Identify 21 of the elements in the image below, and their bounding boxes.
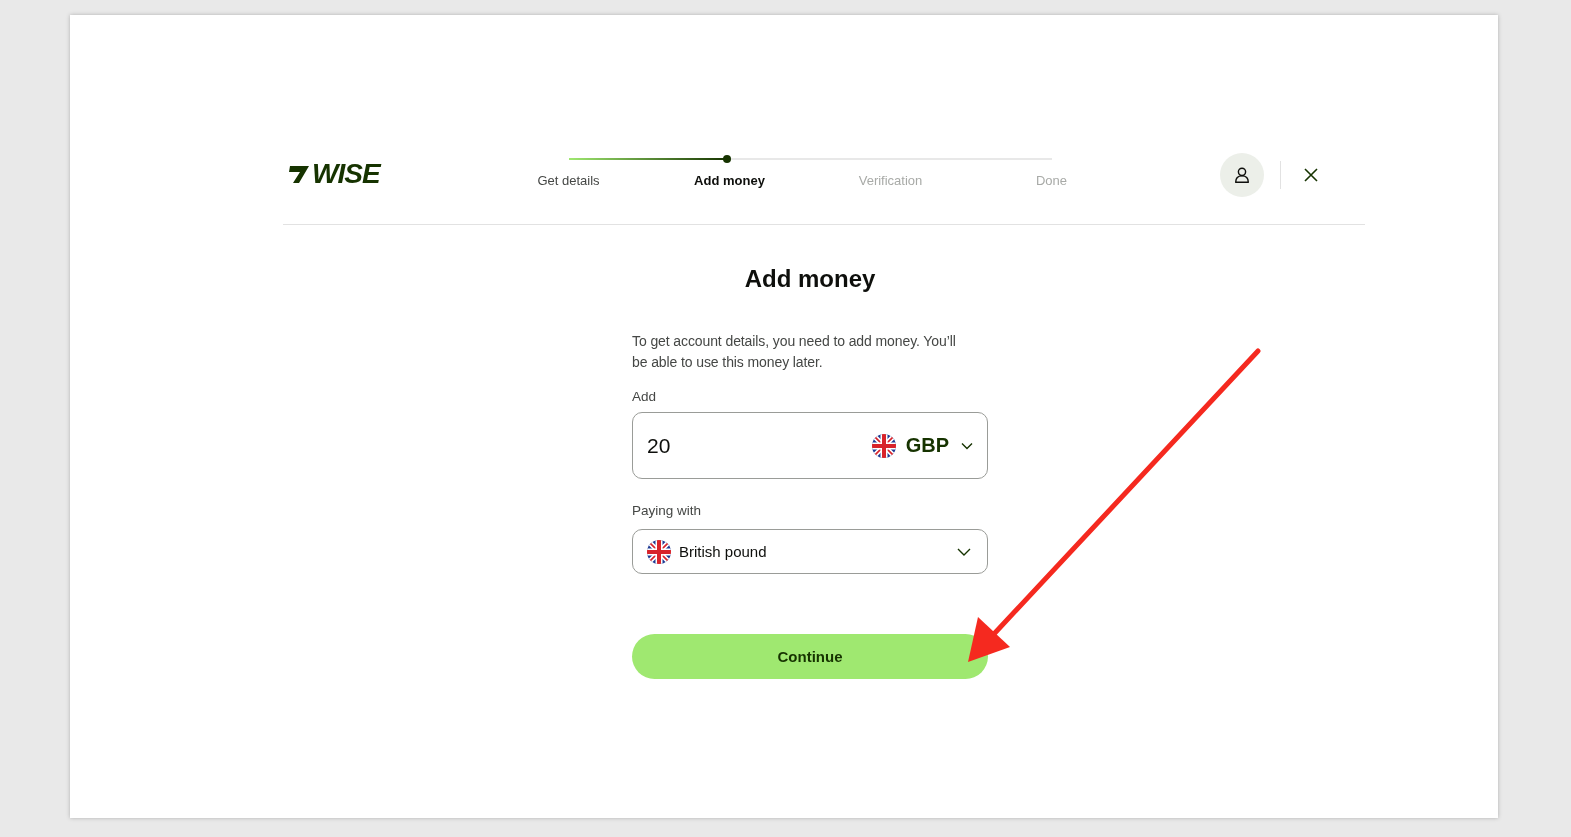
flag-icon (871, 433, 896, 458)
description: To get account details, you need to add money. You’ll be able to use this money later. (632, 332, 957, 372)
close-icon (1303, 167, 1319, 183)
step-label: Done (1034, 173, 1069, 188)
field-label: Paying with (632, 502, 703, 520)
logo-icon (287, 164, 311, 184)
field-label: Add (632, 388, 658, 406)
user-icon (1233, 166, 1251, 184)
page-title: Add money (743, 265, 877, 293)
currency-selector[interactable]: GBP (871, 433, 973, 458)
amount-field[interactable]: 20 GBP (632, 412, 988, 479)
profile-button[interactable] (1220, 153, 1264, 197)
continue-button[interactable]: Continue (632, 634, 988, 679)
step-label: Add money (693, 173, 766, 188)
payment-select[interactable]: British pound (632, 529, 988, 574)
logo[interactable]: WISE (312, 160, 380, 188)
flag-icon (647, 539, 671, 564)
step-label: Verification (857, 173, 924, 188)
step-label: Get details (536, 173, 601, 188)
chevron-icon (961, 441, 973, 450)
chevron-icon (957, 547, 971, 556)
